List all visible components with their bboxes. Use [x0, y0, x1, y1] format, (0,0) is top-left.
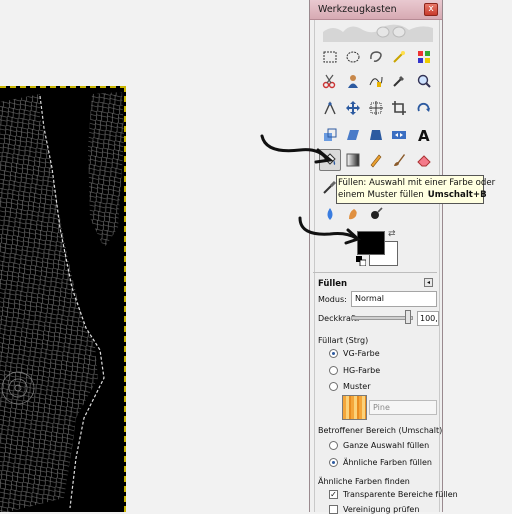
wilber-logo-icon[interactable]	[323, 22, 433, 42]
find-similar-label: Ähnliche Farben finden	[318, 477, 410, 486]
tooltip-text: einem Muster füllen	[338, 190, 424, 200]
radio-pattern[interactable]	[329, 382, 338, 391]
tooltip-shortcut: Umschalt+B	[427, 190, 487, 200]
fill-type-label: Füllart (Strg)	[318, 336, 369, 345]
zoom-icon[interactable]	[413, 70, 435, 92]
window-title: Werkzeugkasten	[318, 4, 397, 15]
eraser-icon[interactable]	[413, 149, 435, 171]
toolbox-body	[314, 20, 440, 512]
svg-text:A: A	[418, 127, 430, 143]
default-colors-icon[interactable]	[356, 256, 366, 266]
checkbox-sample-merged[interactable]	[329, 505, 338, 514]
similar-colors-label: Ähnliche Farben füllen	[343, 458, 432, 467]
radio-fg-color[interactable]	[329, 349, 338, 358]
rect-select-icon[interactable]	[319, 46, 341, 68]
paintbrush-icon[interactable]	[388, 149, 410, 171]
fill-type-bg-label: HG-Farbe	[343, 366, 381, 375]
wireframe-texture	[0, 92, 124, 512]
sample-merged-label: Vereinigung prüfen	[343, 505, 420, 514]
pattern-name-field: Pine	[369, 400, 437, 415]
ellipse-select-icon[interactable]	[342, 46, 364, 68]
radio-bg-color[interactable]	[329, 366, 338, 375]
move-icon[interactable]	[342, 97, 364, 119]
pencil-icon[interactable]	[365, 149, 387, 171]
affected-area-label: Betroffener Bereich (Umschalt)	[318, 426, 443, 435]
shear-icon[interactable]	[342, 124, 364, 146]
close-button[interactable]: x	[424, 3, 438, 16]
tooltip: Füllen: Auswahl mit einer Farbe oder ein…	[336, 175, 496, 204]
fill-type-fg-label: VG-Farbe	[343, 349, 380, 358]
measure-icon[interactable]	[319, 97, 341, 119]
fill-transparent-label: Transparente Bereiche füllen	[343, 490, 458, 499]
color-select-icon[interactable]	[413, 46, 435, 68]
text-icon[interactable]: A	[413, 124, 435, 146]
perspective-icon[interactable]	[365, 124, 387, 146]
options-separator	[313, 272, 437, 273]
blend-icon[interactable]	[342, 149, 364, 171]
flip-icon[interactable]	[388, 124, 410, 146]
fuzzy-select-icon[interactable]	[388, 46, 410, 68]
dodge-burn-icon[interactable]	[365, 203, 387, 225]
whole-selection-label: Ganze Auswahl füllen	[343, 441, 430, 450]
opacity-slider[interactable]	[351, 316, 413, 320]
checkbox-fill-transparent[interactable]: ✓	[329, 490, 338, 499]
pattern-preview-button[interactable]	[342, 395, 367, 420]
paths-icon[interactable]	[365, 70, 387, 92]
scissors-select-icon[interactable]	[319, 70, 341, 92]
tool-options-title: Füllen	[318, 279, 348, 289]
foreground-color-swatch[interactable]	[357, 231, 385, 255]
color-picker-icon[interactable]	[388, 70, 410, 92]
opacity-slider-thumb[interactable]	[405, 310, 411, 324]
smudge-icon[interactable]	[342, 203, 364, 225]
bucket-fill-icon[interactable]	[319, 149, 341, 171]
mode-label: Modus:	[318, 295, 347, 304]
foreground-select-icon[interactable]	[342, 70, 364, 92]
rotate-icon[interactable]	[413, 97, 435, 119]
options-menu-button[interactable]: ◂	[424, 278, 433, 287]
crop-icon[interactable]	[388, 97, 410, 119]
scale-icon[interactable]	[319, 124, 341, 146]
radio-whole-selection[interactable]	[329, 441, 338, 450]
align-icon[interactable]	[365, 97, 387, 119]
blur-icon[interactable]	[319, 203, 341, 225]
tooltip-line2: einem Muster füllen Umschalt+B	[338, 189, 487, 201]
swap-colors-icon[interactable]: ⇄	[388, 229, 396, 239]
opacity-input[interactable]: 100,0	[417, 311, 439, 326]
title-bar[interactable]: Werkzeugkasten x	[310, 0, 442, 20]
mode-select[interactable]: Normal	[351, 291, 437, 307]
radio-similar-colors[interactable]	[329, 458, 338, 467]
image-canvas[interactable]	[0, 86, 126, 512]
fill-type-pattern-label: Muster	[343, 382, 371, 391]
free-select-icon[interactable]	[365, 46, 387, 68]
tooltip-line1: Füllen: Auswahl mit einer Farbe oder	[338, 178, 496, 188]
